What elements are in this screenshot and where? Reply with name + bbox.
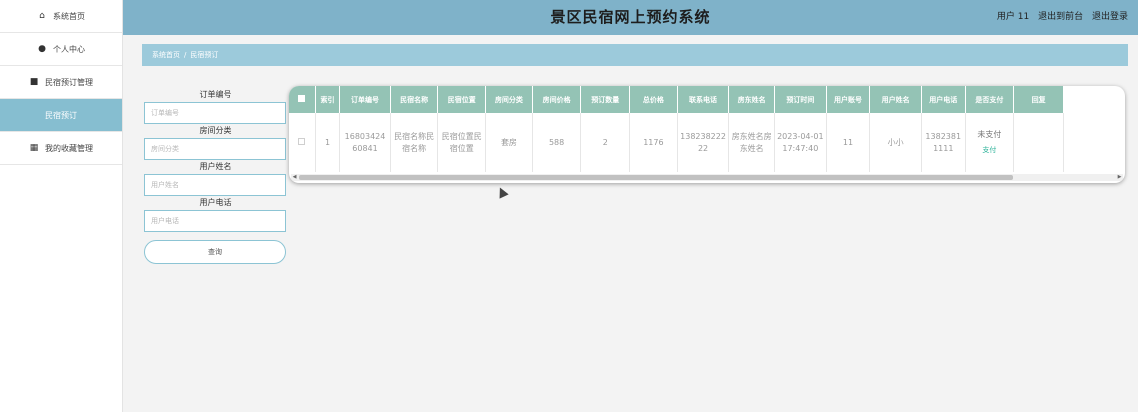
breadcrumb-home[interactable]: 系统首页 bbox=[152, 51, 180, 59]
cell-homestay-location: 民宿位置民宿位置 bbox=[437, 113, 487, 172]
column-header: 索引 bbox=[315, 86, 341, 113]
row-checkbox[interactable] bbox=[289, 113, 316, 172]
cell-room-price: 588 bbox=[532, 113, 582, 172]
sidebar-item-profile[interactable]: ● 个人中心 bbox=[0, 33, 122, 66]
header: 景区民宿网上预约系统 用户 11 退出到前台 退出登录 bbox=[123, 0, 1138, 35]
payment-status: 未支付 bbox=[977, 130, 1002, 139]
user-name-input[interactable] bbox=[144, 174, 286, 196]
header-user-area: 用户 11 退出到前台 退出登录 bbox=[991, 0, 1128, 35]
logout-link[interactable]: 退出登录 bbox=[1092, 12, 1128, 22]
cell-total-price: 1176 bbox=[629, 113, 678, 172]
cell-order-no: 1680342460841 bbox=[339, 113, 391, 172]
sidebar-item-booking-management[interactable]: ■ 民宿预订管理 bbox=[0, 66, 122, 99]
booking-table: 索引 订单编号 民宿名称 民宿位置 房间分类 房间价格 预订数量 总价格 联系电… bbox=[289, 86, 1064, 172]
scroll-left-icon[interactable]: ◀ bbox=[291, 174, 298, 181]
column-header: 民宿位置 bbox=[437, 86, 487, 113]
cell-booking-time: 2023-04-01 17:47:40 bbox=[774, 113, 827, 172]
cell-user-phone: 13823811111 bbox=[921, 113, 966, 172]
table-header-row: 索引 订单编号 民宿名称 民宿位置 房间分类 房间价格 预订数量 总价格 联系电… bbox=[289, 86, 1064, 113]
column-header: 民宿名称 bbox=[390, 86, 439, 113]
user-icon: ● bbox=[38, 44, 46, 54]
order-no-label: 订单编号 bbox=[199, 90, 232, 99]
cell-quantity: 2 bbox=[580, 113, 631, 172]
sidebar-item-label: 个人中心 bbox=[53, 44, 85, 54]
breadcrumb: 系统首页 / 民宿预订 bbox=[142, 44, 1128, 66]
cell-payment: 未支付 支付 bbox=[965, 113, 1015, 172]
checkbox-icon bbox=[298, 137, 306, 145]
breadcrumb-current: 民宿预订 bbox=[190, 51, 219, 59]
sidebar-item-favorites[interactable]: ▦ 我的收藏管理 bbox=[0, 132, 122, 165]
column-header: 联系电话 bbox=[677, 86, 730, 113]
sidebar: ⌂ 系统首页 ● 个人中心 ■ 民宿预订管理 民宿预订 ▦ 我的收藏管理 bbox=[0, 0, 123, 412]
search-button[interactable]: 查询 bbox=[144, 240, 286, 264]
sidebar-item-label: 系统首页 bbox=[53, 11, 85, 21]
cell-homestay-name: 民宿名称民宿名称 bbox=[390, 113, 439, 172]
sidebar-item-label: 民宿预订管理 bbox=[45, 77, 93, 87]
booking-table-container: 索引 订单编号 民宿名称 民宿位置 房间分类 房间价格 预订数量 总价格 联系电… bbox=[289, 86, 1125, 183]
scroll-right-icon[interactable]: ▶ bbox=[1116, 174, 1123, 181]
table-row: 1 1680342460841 民宿名称民宿名称 民宿位置民宿位置 套房 588… bbox=[289, 113, 1064, 172]
column-header: 预订数量 bbox=[580, 86, 631, 113]
cell-index: 1 bbox=[315, 113, 341, 172]
home-icon: ⌂ bbox=[39, 11, 45, 21]
user-name-label: 用户姓名 bbox=[199, 162, 232, 171]
cell-user-name: 小小 bbox=[869, 113, 922, 172]
cell-reply bbox=[1013, 113, 1064, 172]
user-phone-label: 用户电话 bbox=[199, 198, 232, 207]
order-no-input[interactable] bbox=[144, 102, 286, 124]
cell-landlord-name: 房东姓名房东姓名 bbox=[728, 113, 775, 172]
cell-contact-phone: 13823822222 bbox=[677, 113, 730, 172]
current-user-label: 用户 11 bbox=[996, 12, 1030, 22]
column-header: 是否支付 bbox=[965, 86, 1015, 113]
column-header: 用户姓名 bbox=[869, 86, 922, 113]
column-header: 房东姓名 bbox=[728, 86, 775, 113]
app-title: 景区民宿网上预约系统 bbox=[550, 8, 711, 26]
column-header: 预订时间 bbox=[774, 86, 827, 113]
grid-icon: ▦ bbox=[29, 143, 39, 153]
column-header: 房间价格 bbox=[532, 86, 582, 113]
briefcase-icon: ■ bbox=[29, 77, 39, 87]
sidebar-item-label: 我的收藏管理 bbox=[45, 143, 93, 153]
column-header: 总价格 bbox=[629, 86, 678, 113]
select-all-checkbox[interactable] bbox=[289, 86, 316, 113]
column-header: 回复 bbox=[1013, 86, 1064, 113]
checkbox-icon bbox=[298, 95, 306, 102]
sidebar-item-booking[interactable]: 民宿预订 bbox=[0, 99, 122, 132]
column-header: 用户电话 bbox=[921, 86, 966, 113]
back-to-frontend-link[interactable]: 退出到前台 bbox=[1038, 12, 1083, 22]
cell-user-account: 11 bbox=[826, 113, 871, 172]
breadcrumb-separator: / bbox=[184, 51, 187, 59]
column-header: 用户账号 bbox=[826, 86, 871, 113]
sidebar-item-label: 民宿预订 bbox=[45, 110, 77, 120]
room-type-input[interactable] bbox=[144, 138, 286, 160]
sidebar-item-home[interactable]: ⌂ 系统首页 bbox=[0, 0, 122, 33]
user-phone-input[interactable] bbox=[144, 210, 286, 232]
column-header: 订单编号 bbox=[339, 86, 391, 113]
mouse-cursor-icon bbox=[495, 185, 509, 199]
horizontal-scrollbar[interactable]: ◀ ▶ bbox=[291, 174, 1123, 181]
scrollbar-thumb[interactable] bbox=[299, 175, 1013, 180]
column-header: 房间分类 bbox=[485, 86, 533, 113]
search-panel: 订单编号 房间分类 用户姓名 用户电话 查询 bbox=[144, 88, 287, 264]
room-type-label: 房间分类 bbox=[199, 126, 232, 135]
cell-room-type: 套房 bbox=[485, 113, 533, 172]
pay-button[interactable]: 支付 bbox=[968, 144, 1012, 156]
